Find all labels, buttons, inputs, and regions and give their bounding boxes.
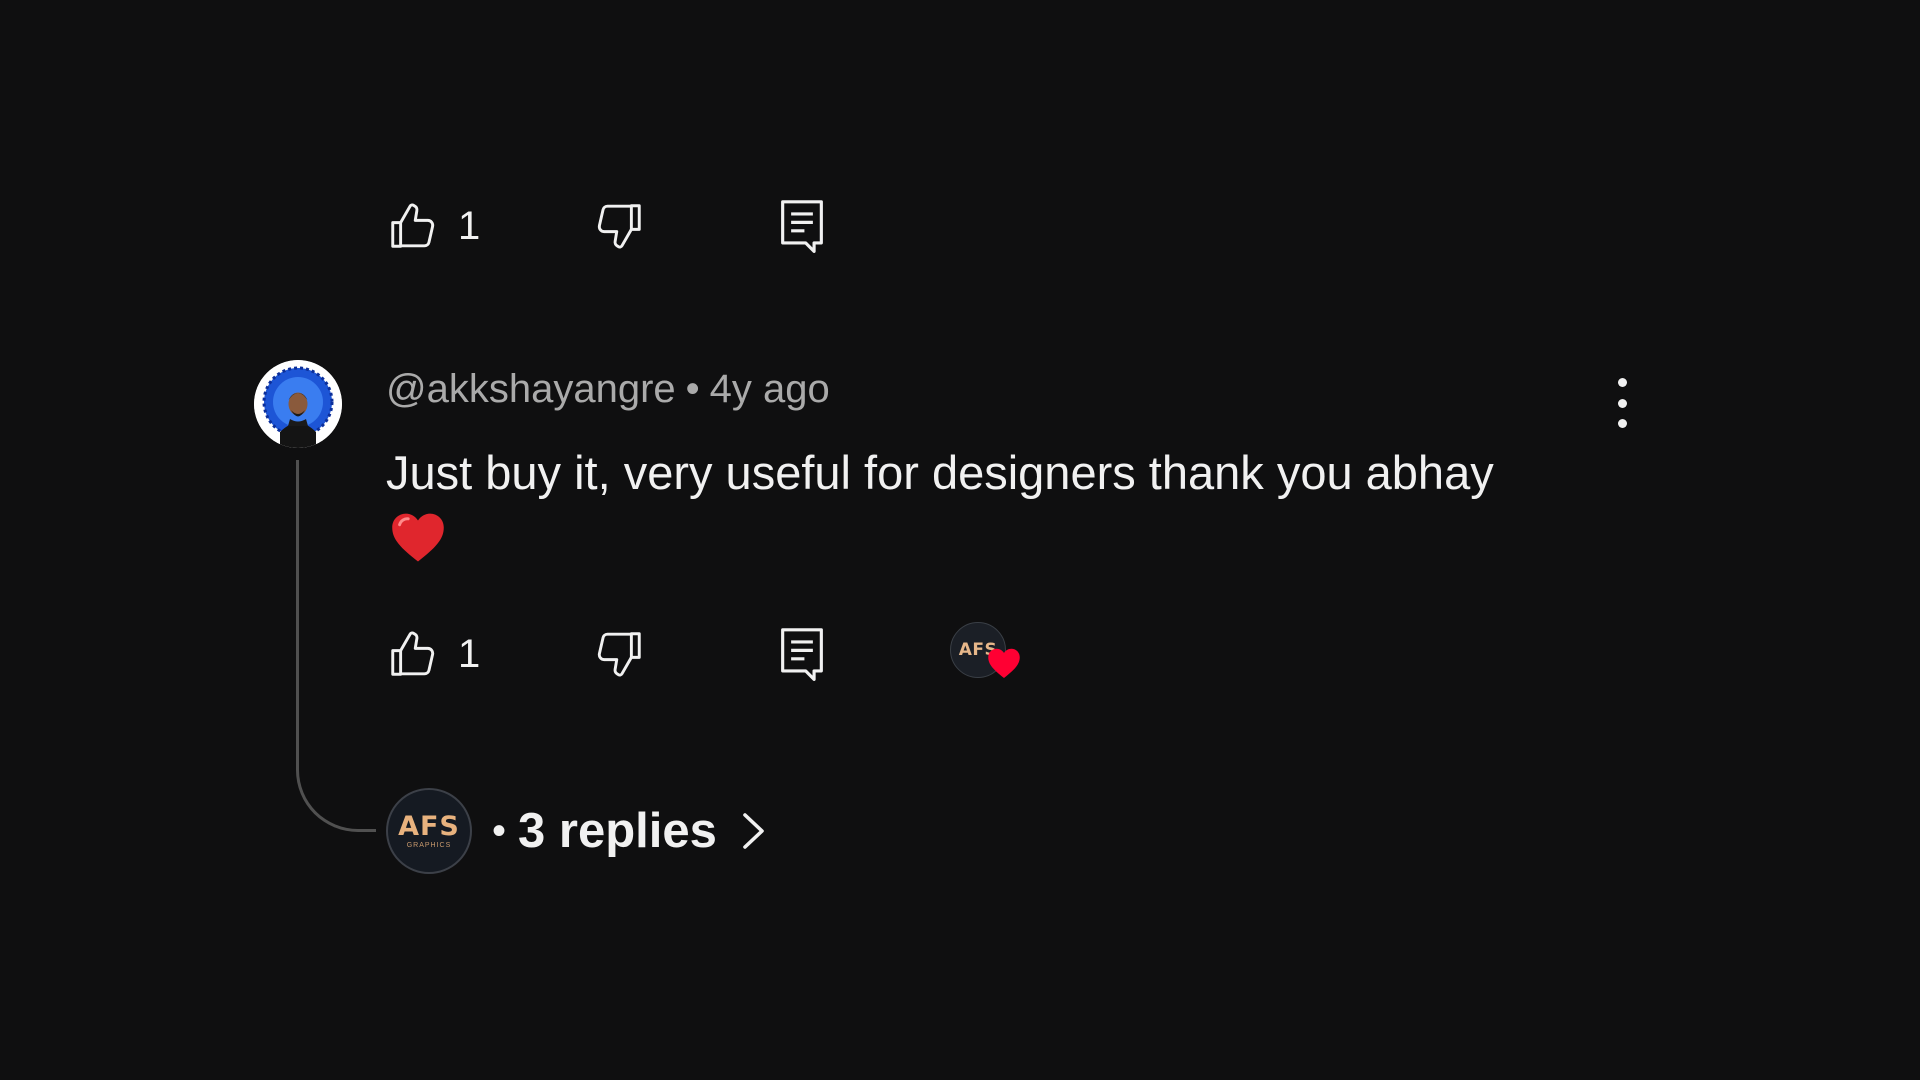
like-count: 1 — [458, 204, 481, 248]
like-count: 1 — [458, 632, 481, 676]
comment-timestamp[interactable]: 4y ago — [710, 367, 830, 411]
commenter-avatar[interactable] — [254, 360, 342, 448]
previous-comment-actions: 1 — [386, 196, 1086, 256]
heart-emoji-icon — [388, 510, 448, 569]
more-actions-button[interactable] — [1600, 378, 1644, 428]
reply-author-avatar: AFS GRAPHICS — [386, 788, 472, 874]
thumbs-up-icon — [391, 631, 435, 676]
reply-avatar-subtext: GRAPHICS — [406, 842, 452, 849]
view-replies-button[interactable]: AFS GRAPHICS • 3 replies — [386, 786, 767, 876]
kebab-dot — [1617, 378, 1627, 387]
creator-heart-badge: AFS — [950, 622, 1022, 684]
dislike-button[interactable] — [592, 196, 646, 256]
comment-icon — [781, 200, 823, 253]
heart-icon — [988, 648, 1020, 678]
comments-panel: 1 @akkshayangre • 4y ago Just buy it, ve… — [0, 0, 1920, 1080]
thumbs-down-icon — [597, 632, 641, 677]
comment-actions: 1 AFS — [386, 622, 1086, 684]
profile-photo-icon — [254, 360, 342, 448]
comment-text: Just buy it, very useful for designers t… — [386, 446, 1494, 499]
kebab-dot — [1617, 398, 1627, 408]
reply-button[interactable] — [777, 196, 827, 256]
chevron-right-icon — [741, 811, 767, 851]
reply-button[interactable] — [777, 624, 827, 684]
comment-author-handle[interactable]: @akkshayangre — [386, 367, 676, 411]
comment-meta: @akkshayangre • 4y ago — [386, 366, 830, 412]
meta-separator: • — [685, 367, 700, 411]
kebab-dot — [1617, 419, 1627, 428]
replies-count-label: 3 replies — [518, 804, 717, 858]
thread-connector-line — [296, 460, 376, 832]
thumbs-down-icon — [597, 204, 641, 249]
like-button[interactable]: 1 — [386, 196, 480, 256]
replies-bullet: • — [492, 808, 507, 853]
dislike-button[interactable] — [592, 624, 646, 684]
like-button[interactable]: 1 — [386, 624, 480, 684]
reply-avatar-text: AFS — [398, 811, 460, 842]
thumbs-up-icon — [391, 203, 435, 248]
comment-icon — [781, 628, 823, 681]
